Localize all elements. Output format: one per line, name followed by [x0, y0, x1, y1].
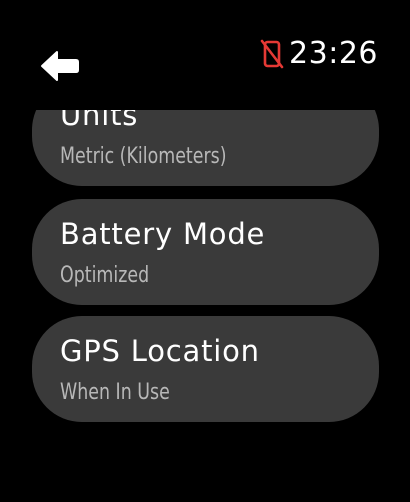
back-button[interactable]: [38, 46, 82, 86]
status-bar: 23:26: [0, 0, 410, 110]
gps-location-title: GPS Location: [60, 334, 260, 368]
status-indicators: 23:26: [259, 36, 378, 72]
battery-mode-title: Battery Mode: [60, 217, 266, 251]
gps-location-value: When In Use: [60, 380, 170, 405]
clock-time: 23:26: [289, 36, 378, 71]
units-value: Metric (Kilometers): [60, 144, 227, 169]
battery-mode-setting-item[interactable]: Battery Mode Optimized: [32, 199, 379, 305]
back-arrow-icon: [41, 51, 79, 81]
gps-location-setting-item[interactable]: GPS Location When In Use: [32, 316, 379, 422]
phone-disconnected-icon: [259, 38, 285, 70]
battery-mode-value: Optimized: [60, 263, 150, 288]
